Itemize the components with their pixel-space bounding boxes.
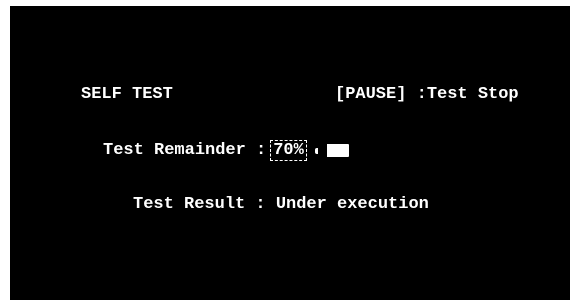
battery-body <box>317 144 349 157</box>
self-test-screen: SELF TEST [PAUSE] :Test Stop Test Remain… <box>10 6 570 300</box>
test-result-status: Test Result : Under execution <box>133 195 429 214</box>
battery-level-icon <box>314 144 349 157</box>
test-remainder-row: Test Remainder : 70% <box>103 140 349 161</box>
pause-hint: [PAUSE] :Test Stop <box>335 85 519 104</box>
test-remainder-label: Test Remainder : <box>103 140 267 160</box>
screen-title: SELF TEST <box>81 85 173 104</box>
battery-fill <box>327 144 349 157</box>
test-remainder-value: 70% <box>270 140 307 161</box>
